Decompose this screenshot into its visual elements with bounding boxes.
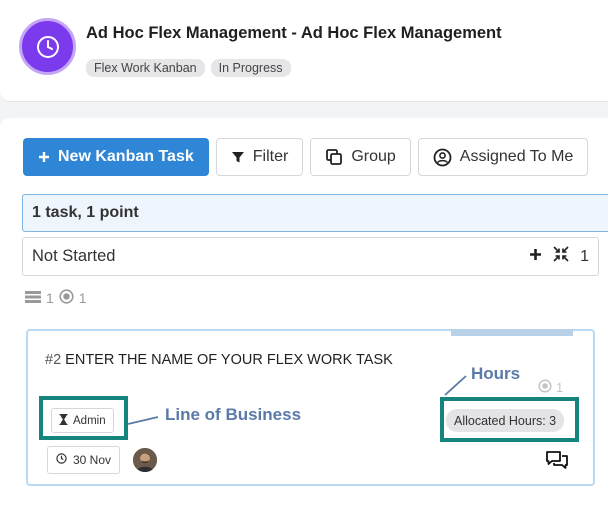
kanban-panel: New Kanban Task Filter Group Assigned To… bbox=[0, 118, 608, 513]
page-header: Ad Hoc Flex Management - Ad Hoc Flex Man… bbox=[0, 0, 608, 102]
column-actions: 1 bbox=[529, 245, 589, 268]
board-badge: Flex Work Kanban bbox=[86, 59, 205, 77]
column-not-started[interactable]: Not Started 1 bbox=[22, 237, 599, 276]
task-summary: 1 task, 1 point bbox=[22, 194, 608, 232]
card-points-value: 1 bbox=[556, 380, 564, 395]
clock-icon bbox=[19, 18, 76, 75]
task-list-icon bbox=[25, 290, 41, 306]
clock-icon bbox=[56, 453, 67, 467]
plus-icon bbox=[38, 151, 50, 163]
filter-button[interactable]: Filter bbox=[215, 138, 304, 176]
tag-label: Admin bbox=[73, 414, 106, 427]
new-kanban-task-button[interactable]: New Kanban Task bbox=[23, 138, 209, 176]
column-stats: 1 1 bbox=[25, 289, 87, 307]
header-badges: Flex Work Kanban In Progress bbox=[86, 59, 291, 77]
card-points: 1 bbox=[538, 379, 563, 396]
due-date: 30 Nov bbox=[73, 453, 112, 467]
due-date-tag[interactable]: 30 Nov bbox=[47, 446, 121, 474]
points-icon bbox=[538, 379, 552, 396]
task-card[interactable]: #2 ENTER THE NAME OF YOUR FLEX WORK TASK… bbox=[26, 329, 595, 486]
filter-icon bbox=[231, 150, 245, 164]
avatar[interactable] bbox=[133, 448, 157, 472]
filter-label: Filter bbox=[252, 148, 289, 165]
assigned-to-me-button[interactable]: Assigned To Me bbox=[417, 138, 589, 176]
task-title: ENTER THE NAME OF YOUR FLEX WORK TASK bbox=[65, 352, 393, 368]
group-label: Group bbox=[351, 148, 396, 165]
user-circle-icon bbox=[433, 148, 452, 167]
status-badge: In Progress bbox=[210, 59, 291, 77]
line-of-business-tag[interactable]: Admin bbox=[51, 408, 114, 433]
new-kanban-task-label: New Kanban Task bbox=[58, 148, 194, 165]
comments-icon[interactable] bbox=[545, 450, 569, 476]
hours-annotation: Hours bbox=[471, 364, 521, 383]
page-title: Ad Hoc Flex Management - Ad Hoc Flex Man… bbox=[86, 24, 502, 42]
task-count: 1 bbox=[46, 290, 54, 306]
collapse-icon[interactable] bbox=[552, 245, 570, 268]
column-label: Not Started bbox=[32, 247, 116, 265]
card-title[interactable]: #2 ENTER THE NAME OF YOUR FLEX WORK TASK bbox=[45, 352, 393, 368]
task-number: #2 bbox=[45, 352, 62, 368]
points-count: 1 bbox=[78, 290, 87, 306]
points-icon bbox=[59, 289, 74, 307]
column-count: 1 bbox=[580, 247, 589, 265]
hourglass-icon bbox=[59, 413, 68, 428]
add-task-icon[interactable] bbox=[529, 248, 542, 266]
card-color-strip bbox=[451, 329, 573, 336]
copy-icon bbox=[325, 148, 343, 166]
allocated-hours-badge: Allocated Hours: 3 bbox=[446, 409, 565, 432]
toolbar: New Kanban Task Filter Group Assigned To… bbox=[23, 138, 589, 176]
group-button[interactable]: Group bbox=[310, 138, 411, 176]
line-of-business-annotation: Line of Business bbox=[165, 405, 302, 424]
assigned-to-me-label: Assigned To Me bbox=[459, 148, 574, 165]
